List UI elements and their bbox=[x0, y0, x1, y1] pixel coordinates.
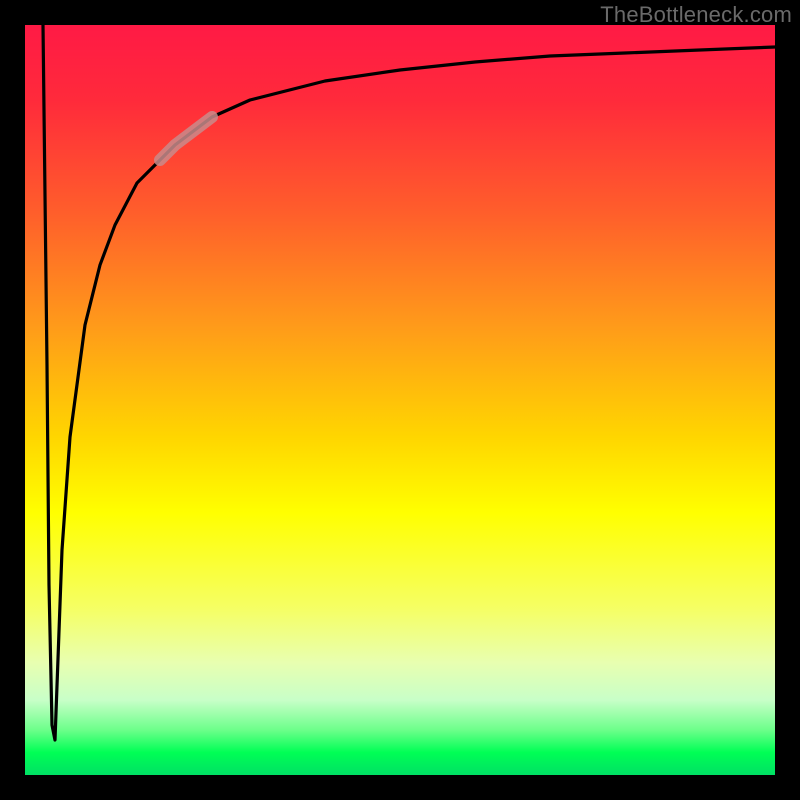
watermark-text: TheBottleneck.com bbox=[600, 2, 792, 28]
plot-area bbox=[25, 25, 775, 775]
highlight-segment bbox=[160, 117, 212, 160]
main-curve bbox=[43, 25, 775, 740]
curve-svg bbox=[25, 25, 775, 775]
chart-frame: TheBottleneck.com bbox=[0, 0, 800, 800]
